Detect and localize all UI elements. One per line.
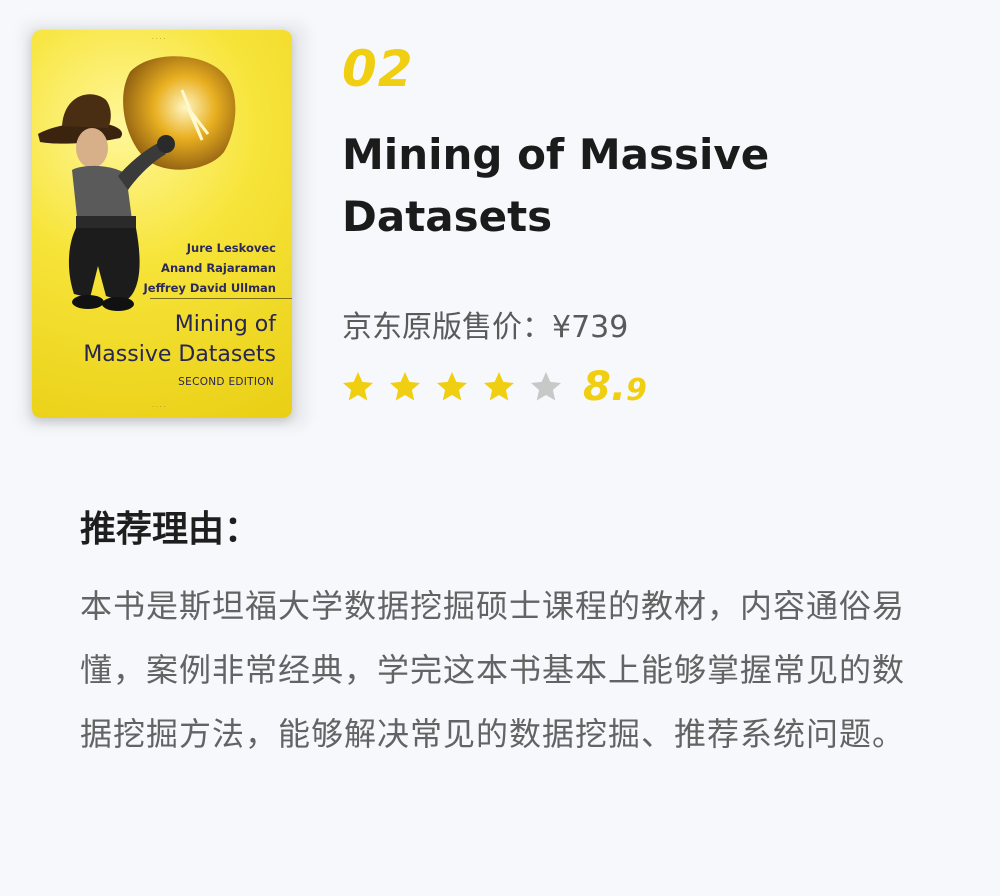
star-filled-icon [437,372,467,401]
star-filled-icon [390,372,420,401]
rating-row: 8. 9 [340,362,647,412]
cover-title-line: Massive Datasets [83,342,276,367]
star-filled-icon [343,372,373,401]
cover-edition: SECOND EDITION [178,376,274,388]
rating-score: 8. 9 [583,364,647,410]
book-title[interactable]: Mining of Massive Datasets [342,124,802,248]
book-recommendation-card: · · · · Jure Leskovec Anand Rajaraman Je… [0,0,1000,896]
rating-score-decimal: 9 [626,373,647,408]
price-label: 京东原版售价：¥739 [342,310,629,345]
cover-divider [150,298,292,299]
cover-title: Mining of Massive Datasets [83,310,276,370]
cover-fine-print: · · · · [152,404,166,411]
star-filled-icon [484,372,514,401]
reason-body: 本书是斯坦福大学数据挖掘硕士课程的教材，内容通俗易懂，案例非常经典，学完这本书基… [80,587,906,753]
cover-author: Jure Leskovec [186,241,276,255]
reason-heading: 推荐理由： [80,509,261,550]
cover-authors: Jure Leskovec Anand Rajaraman Jeffrey Da… [144,238,277,298]
rank-number: 02 [342,40,414,98]
cover-fine-print: · · · · [152,36,166,43]
rating-score-integer: 8. [583,364,627,410]
book-cover[interactable]: · · · · Jure Leskovec Anand Rajaraman Je… [32,30,292,418]
star-empty-icon [531,372,561,401]
cover-title-line: Mining of [174,312,276,337]
cover-author: Jeffrey David Ullman [143,281,277,295]
cover-author: Anand Rajaraman [161,261,276,275]
